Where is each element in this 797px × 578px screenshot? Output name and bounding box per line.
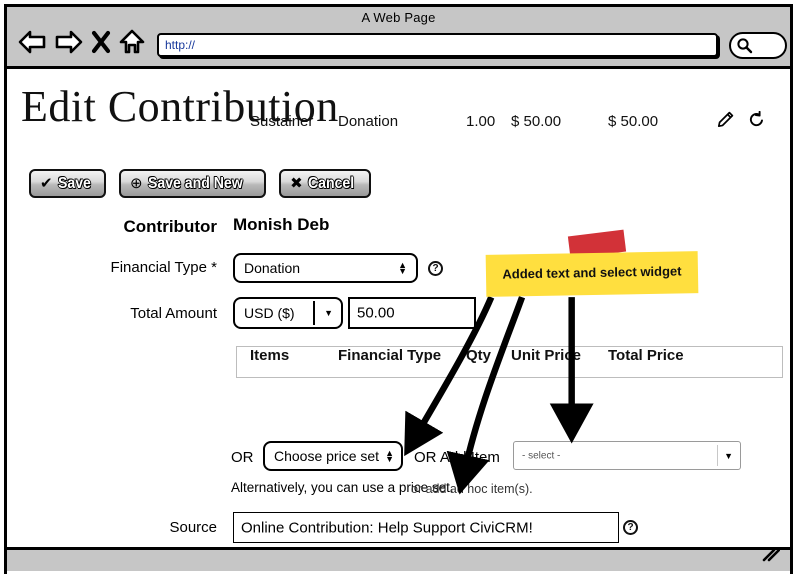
- ad-hoc-hint: or add ad hoc item(s).: [411, 482, 533, 496]
- url-bar[interactable]: http://: [157, 33, 718, 57]
- save-button[interactable]: ✔ Save: [29, 169, 106, 198]
- currency-select[interactable]: USD ($) ▼: [233, 297, 343, 329]
- total-amount-label: Total Amount: [130, 305, 217, 322]
- stop-icon[interactable]: [91, 29, 111, 55]
- home-icon[interactable]: [118, 29, 146, 55]
- save-and-new-button-label: Save and New: [147, 174, 243, 192]
- cell-total-price: $ 50.00: [608, 113, 659, 130]
- column-header-financial-type: Financial Type: [338, 347, 442, 364]
- financial-type-select[interactable]: Donation ▲ ▼: [233, 253, 418, 283]
- choose-price-set-value: Choose price set: [274, 448, 380, 464]
- source-input[interactable]: Online Contribution: Help Support CiviCR…: [233, 512, 619, 543]
- x-box-icon: ✖: [290, 175, 303, 192]
- back-icon[interactable]: [17, 29, 47, 55]
- cancel-button-label: Cancel: [307, 174, 354, 192]
- line-items-header-box: [236, 346, 783, 378]
- url-text: http://: [165, 38, 196, 52]
- financial-type-value: Donation: [244, 260, 301, 276]
- or-label: OR: [231, 449, 254, 466]
- updown-arrows-icon-2: ▲ ▼: [385, 448, 394, 464]
- action-button-row: ✔ Save ⊕ Save and New ✖ Cancel: [29, 169, 372, 198]
- sticky-note-text: Added text and select widget: [502, 263, 682, 282]
- add-item-select-value: - select -: [522, 450, 561, 461]
- currency-value: USD ($): [244, 305, 295, 321]
- forward-icon[interactable]: [54, 29, 84, 55]
- browser-chrome: A Web Page http://: [7, 7, 790, 69]
- choose-price-set-select[interactable]: Choose price set ▲ ▼: [263, 441, 403, 471]
- total-amount-value: 50.00: [357, 304, 395, 322]
- sticky-note: Added text and select widget: [485, 251, 699, 297]
- source-help-icon[interactable]: ?: [623, 520, 638, 535]
- window-title: A Web Page: [361, 10, 436, 25]
- or-add-item-label: OR Add Item: [414, 449, 500, 466]
- browser-window: A Web Page http:// Edit Contribution ✔ S…: [4, 4, 793, 574]
- search-icon: [736, 37, 753, 59]
- pencil-icon[interactable]: [717, 111, 734, 133]
- source-value: Online Contribution: Help Support CiviCR…: [241, 519, 533, 536]
- window-status-bar: [7, 547, 790, 571]
- column-header-total-price: Total Price: [608, 347, 684, 364]
- contributor-label: Contributor: [123, 217, 217, 236]
- cell-item: Sustainer: [250, 113, 314, 130]
- currency-divider: [313, 301, 315, 325]
- cell-unit-price: $ 50.00: [511, 113, 562, 130]
- browser-search-button[interactable]: [729, 32, 787, 59]
- resize-grip-icon[interactable]: [760, 548, 781, 567]
- total-amount-input[interactable]: 50.00: [348, 297, 476, 329]
- financial-type-help-icon[interactable]: ?: [428, 261, 443, 276]
- chevron-down-icon: ▼: [324, 308, 333, 318]
- updown-arrows-icon: ▲ ▼: [398, 260, 407, 276]
- page-content: Edit Contribution ✔ Save ⊕ Save and New …: [7, 69, 790, 574]
- financial-type-label: Financial Type *: [110, 259, 217, 276]
- cancel-button[interactable]: ✖ Cancel: [279, 169, 372, 198]
- column-header-qty: Qty: [466, 347, 492, 364]
- add-item-select[interactable]: - select - ▼: [513, 441, 741, 470]
- column-header-items: Items: [250, 347, 290, 364]
- plus-circle-icon: ⊕: [129, 175, 143, 192]
- save-and-new-button[interactable]: ⊕ Save and New: [118, 169, 267, 198]
- save-button-label: Save: [57, 174, 91, 192]
- cell-financial-type: Donation: [338, 113, 399, 130]
- column-header-unit-price: Unit Price: [511, 347, 582, 364]
- contributor-value: Monish Deb: [233, 215, 330, 234]
- check-icon: ✔: [40, 175, 53, 192]
- cell-qty: 1.00: [466, 113, 496, 130]
- browser-nav-icons: [17, 27, 146, 57]
- chevron-down-icon-2: ▼: [724, 450, 733, 461]
- add-item-select-divider: [717, 445, 718, 466]
- source-label: Source: [169, 519, 217, 536]
- undo-icon[interactable]: [748, 110, 765, 133]
